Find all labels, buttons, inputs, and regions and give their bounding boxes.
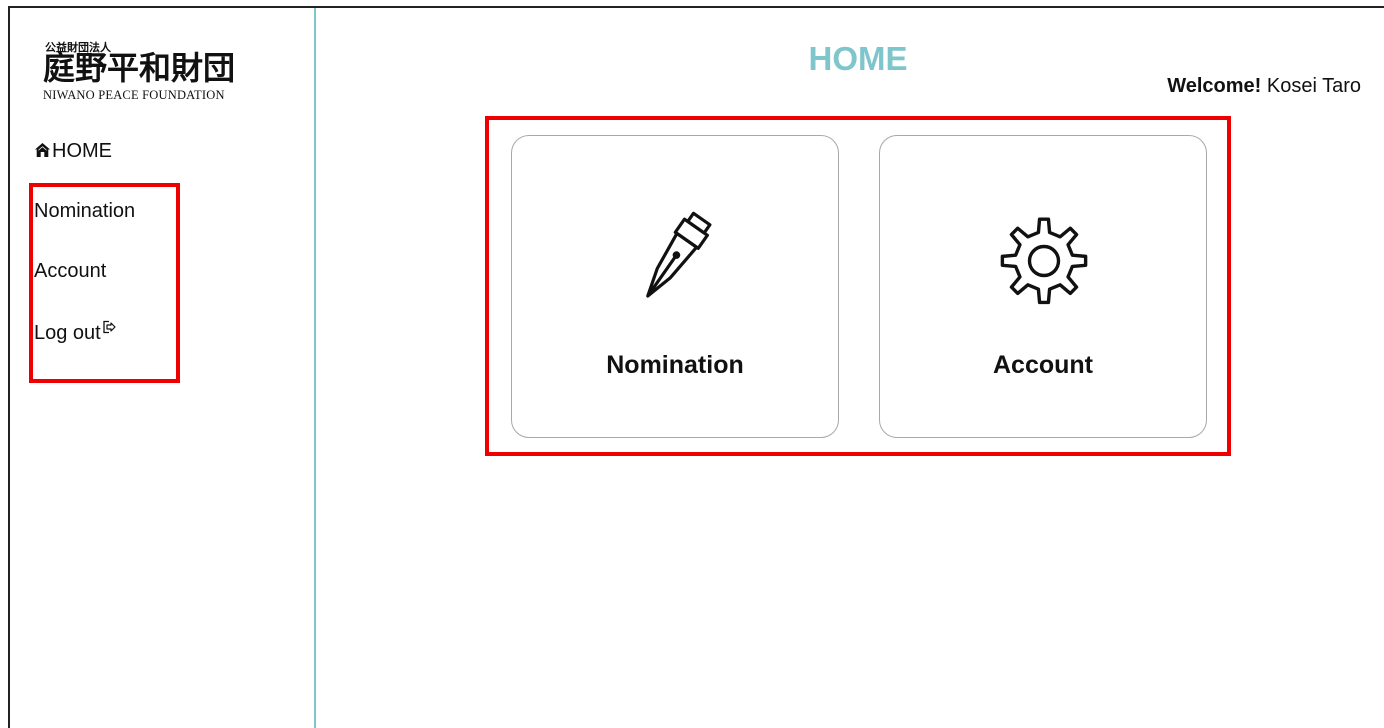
logo-english-text: NIWANO PEACE FOUNDATION	[43, 88, 225, 102]
welcome-label: Welcome!	[1167, 75, 1262, 97]
highlight-box-cards	[485, 116, 1231, 456]
welcome-message: Welcome! Kosei Taro	[1167, 75, 1361, 98]
page-title: HOME	[808, 40, 908, 77]
sidebar-item-home[interactable]: HOME	[34, 140, 112, 163]
user-name: Kosei Taro	[1266, 75, 1361, 97]
foundation-logo[interactable]: 公益財団法人 庭野平和財団 NIWANO PEACE FOUNDATION	[33, 32, 273, 106]
home-icon	[35, 143, 50, 157]
sidebar-item-label: HOME	[52, 140, 112, 162]
highlight-box-sidebar	[29, 183, 180, 383]
logo-big-text: 庭野平和財団	[43, 49, 236, 87]
